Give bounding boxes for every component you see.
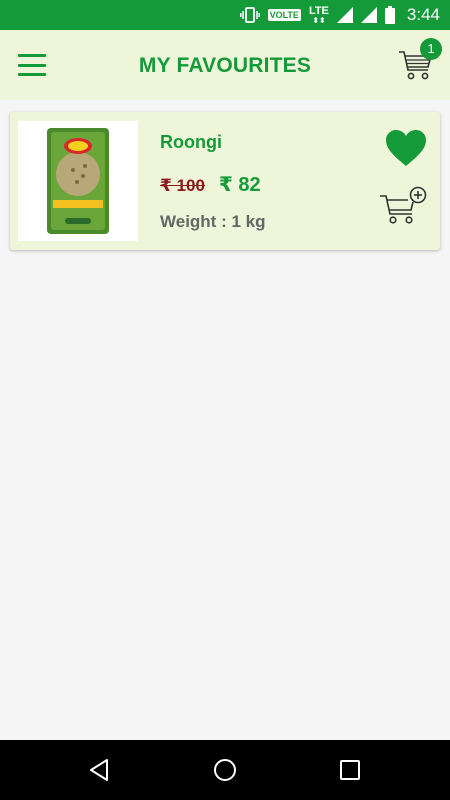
app-bar: MY FAVOURITES 1 (0, 30, 450, 100)
signal-icon (336, 7, 353, 23)
price-row: ₹ 100 ₹ 82 (160, 172, 261, 197)
home-icon[interactable] (212, 757, 238, 783)
page-title: MY FAVOURITES (138, 54, 312, 77)
favourites-list: Roongi ₹ 100 ₹ 82 Weight : 1 kg (0, 100, 450, 740)
hamburger-menu-icon[interactable] (18, 54, 46, 76)
recents-icon[interactable] (337, 757, 363, 783)
vibrate-icon (239, 7, 260, 23)
original-price: ₹ 100 (160, 176, 205, 195)
heart-filled-icon (386, 130, 426, 166)
signal-icon (360, 7, 377, 23)
back-icon[interactable] (87, 757, 113, 783)
product-image[interactable] (18, 121, 138, 241)
cart-count-badge: 1 (420, 38, 442, 60)
lte-icon: LTE ⬍⬍ (308, 4, 329, 25)
status-clock: 3:44 (406, 5, 440, 24)
lte-label: LTE (308, 4, 329, 17)
favourite-button[interactable] (384, 128, 428, 168)
favourite-item[interactable]: Roongi ₹ 100 ₹ 82 Weight : 1 kg (10, 112, 440, 250)
sale-price: ₹ 82 (218, 174, 261, 196)
cart-add-icon (380, 186, 427, 224)
battery-icon (384, 6, 395, 24)
system-nav-bar (0, 740, 450, 800)
product-weight: Weight : 1 kg (160, 212, 266, 231)
product-name[interactable]: Roongi (160, 132, 222, 153)
status-bar: VOLTE LTE ⬍⬍ 3:44 (0, 0, 450, 30)
volte-icon: VOLTE (267, 9, 301, 21)
add-to-cart-button[interactable] (378, 186, 428, 226)
